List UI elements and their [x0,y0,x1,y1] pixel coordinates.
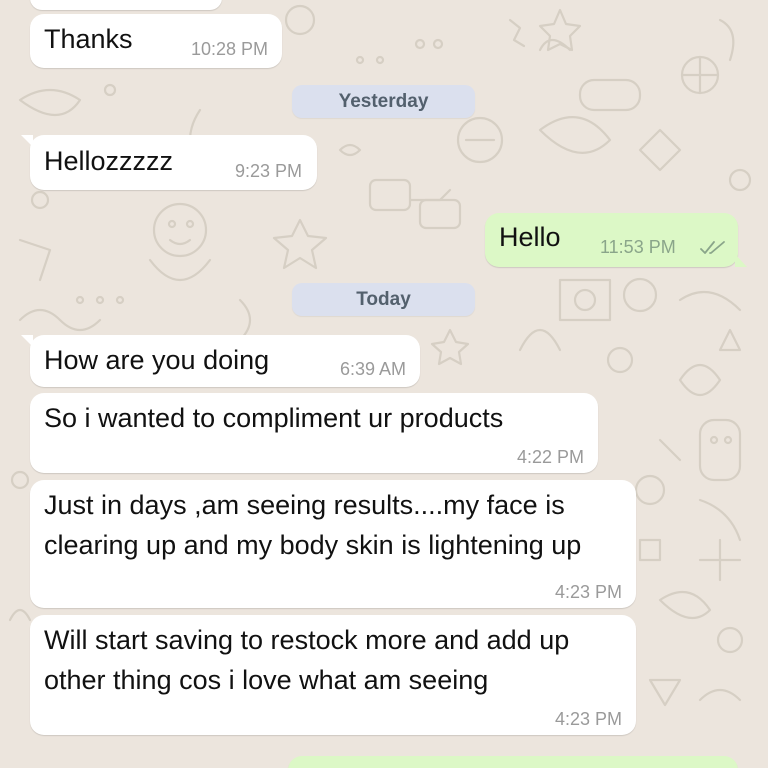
date-separator: Today [292,283,475,316]
message-time: 6:39 AM [339,359,406,379]
message-bubble-incoming[interactable]: Will start saving to restock more and ad… [30,615,636,735]
double-check-icon [700,241,725,254]
message-bubble-incoming[interactable]: Just in days ,am seeing results....my fa… [30,480,636,608]
message-text: Just in days ,am seeing results....my fa… [44,490,582,560]
message-time: 9:23 PM [234,161,302,181]
previous-bubble-edge [30,0,222,10]
bubble-tail [735,254,747,267]
next-message-edge [288,756,738,768]
message-text: Hello [499,222,561,252]
message-time: 4:22 PM [516,447,584,467]
message-bubble-incoming[interactable]: How are you doing 6:39 AM [21,335,420,387]
chat-area[interactable]: Thanks 10:28 PM Yesterday Hellozzzzz 9:2… [0,0,768,768]
message-bubble-incoming[interactable]: So i wanted to compliment ur products 4:… [30,393,598,473]
message-text: How are you doing [44,345,270,375]
date-separator: Yesterday [292,85,475,118]
message-text: Thanks [44,24,133,54]
message-text: Will start saving to restock more and ad… [44,625,570,695]
message-bubble-incoming[interactable]: Hellozzzzz 9:23 PM [21,135,317,190]
message-text: Hellozzzzz [44,146,174,176]
message-time: 4:23 PM [554,709,622,729]
message-time: 11:53 PM [600,237,676,257]
message-bubble-incoming[interactable]: Thanks 10:28 PM [30,14,282,68]
message-bubble-outgoing[interactable]: Hello 11:53 PM [485,213,747,267]
bubble-tail [21,135,33,147]
message-time: 10:28 PM [190,39,268,59]
bubble-tail [21,335,33,347]
message-time: 4:23 PM [554,582,622,602]
message-text: So i wanted to compliment ur products [44,403,504,433]
